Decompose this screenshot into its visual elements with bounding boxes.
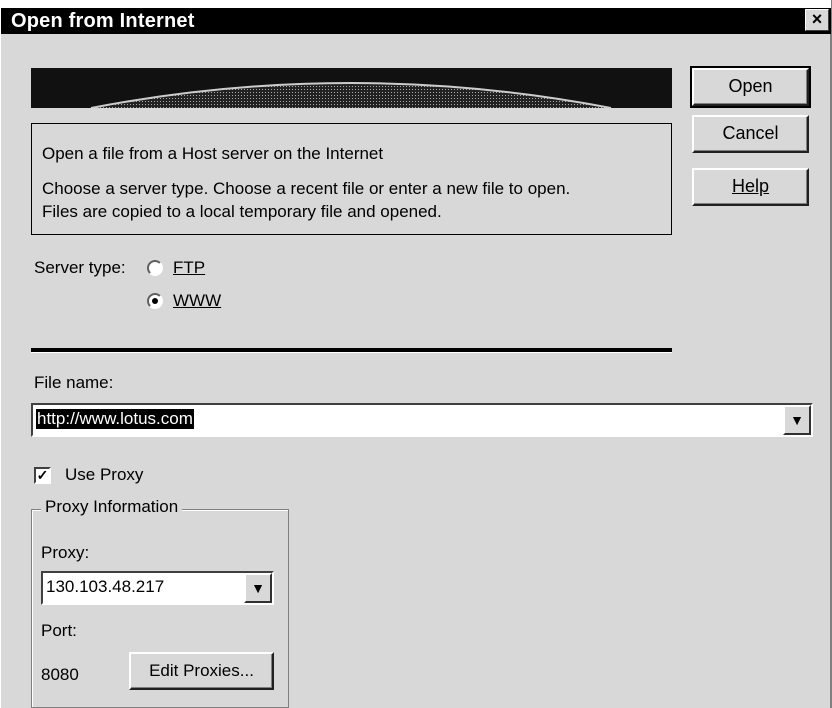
radio-www[interactable] xyxy=(147,293,163,309)
port-value: 8080 xyxy=(41,665,79,684)
description-line-3: Files are copied to a local temporary fi… xyxy=(42,202,442,221)
separator-line xyxy=(31,348,672,353)
description-line-2: Choose a server type. Choose a recent fi… xyxy=(42,179,571,198)
use-proxy-checkbox[interactable]: ✓ xyxy=(34,467,51,484)
open-button[interactable]: Open xyxy=(690,66,811,108)
proxy-dropdown-button[interactable]: ▼ xyxy=(244,573,272,603)
proxy-label: Proxy: xyxy=(41,543,90,562)
file-name-dropdown-button[interactable]: ▼ xyxy=(783,405,811,435)
proxy-combobox[interactable]: 130.103.48.217 ▼ xyxy=(41,571,274,605)
server-type-label: Server type: xyxy=(34,258,126,277)
file-name-input[interactable]: http://www.lotus.com xyxy=(36,409,194,429)
proxy-value[interactable]: 130.103.48.217 xyxy=(46,577,164,597)
radio-www-label[interactable]: WWW xyxy=(173,291,221,311)
chevron-down-icon: ▼ xyxy=(790,412,804,428)
use-proxy-label[interactable]: Use Proxy xyxy=(65,465,143,485)
banner-image xyxy=(31,68,672,108)
description-line-1: Open a file from a Host server on the In… xyxy=(42,144,384,163)
radio-selected-dot xyxy=(152,298,158,304)
description-box: Open a file from a Host server on the In… xyxy=(31,123,672,235)
close-button[interactable]: × xyxy=(805,9,829,31)
file-name-combobox[interactable]: http://www.lotus.com ▼ xyxy=(31,403,813,437)
open-from-internet-dialog: Open from Internet × Open a file from a … xyxy=(0,0,832,708)
close-icon: × xyxy=(811,9,823,29)
globe-arc-graphic xyxy=(90,82,612,108)
title-bar: Open from Internet × xyxy=(1,0,831,34)
edit-proxies-button[interactable]: Edit Proxies... xyxy=(129,652,274,690)
file-name-label: File name: xyxy=(34,373,114,392)
port-label: Port: xyxy=(41,621,77,640)
window-title: Open from Internet xyxy=(11,10,195,32)
radio-ftp-label[interactable]: FTP xyxy=(173,258,205,278)
proxy-information-title: Proxy Information xyxy=(41,497,183,517)
help-button[interactable]: Help xyxy=(692,168,809,206)
radio-ftp[interactable] xyxy=(147,260,163,276)
help-button-label: Help xyxy=(731,176,770,196)
chevron-down-icon: ▼ xyxy=(251,580,265,596)
cancel-button[interactable]: Cancel xyxy=(692,115,809,153)
checkmark-icon: ✓ xyxy=(36,467,49,483)
